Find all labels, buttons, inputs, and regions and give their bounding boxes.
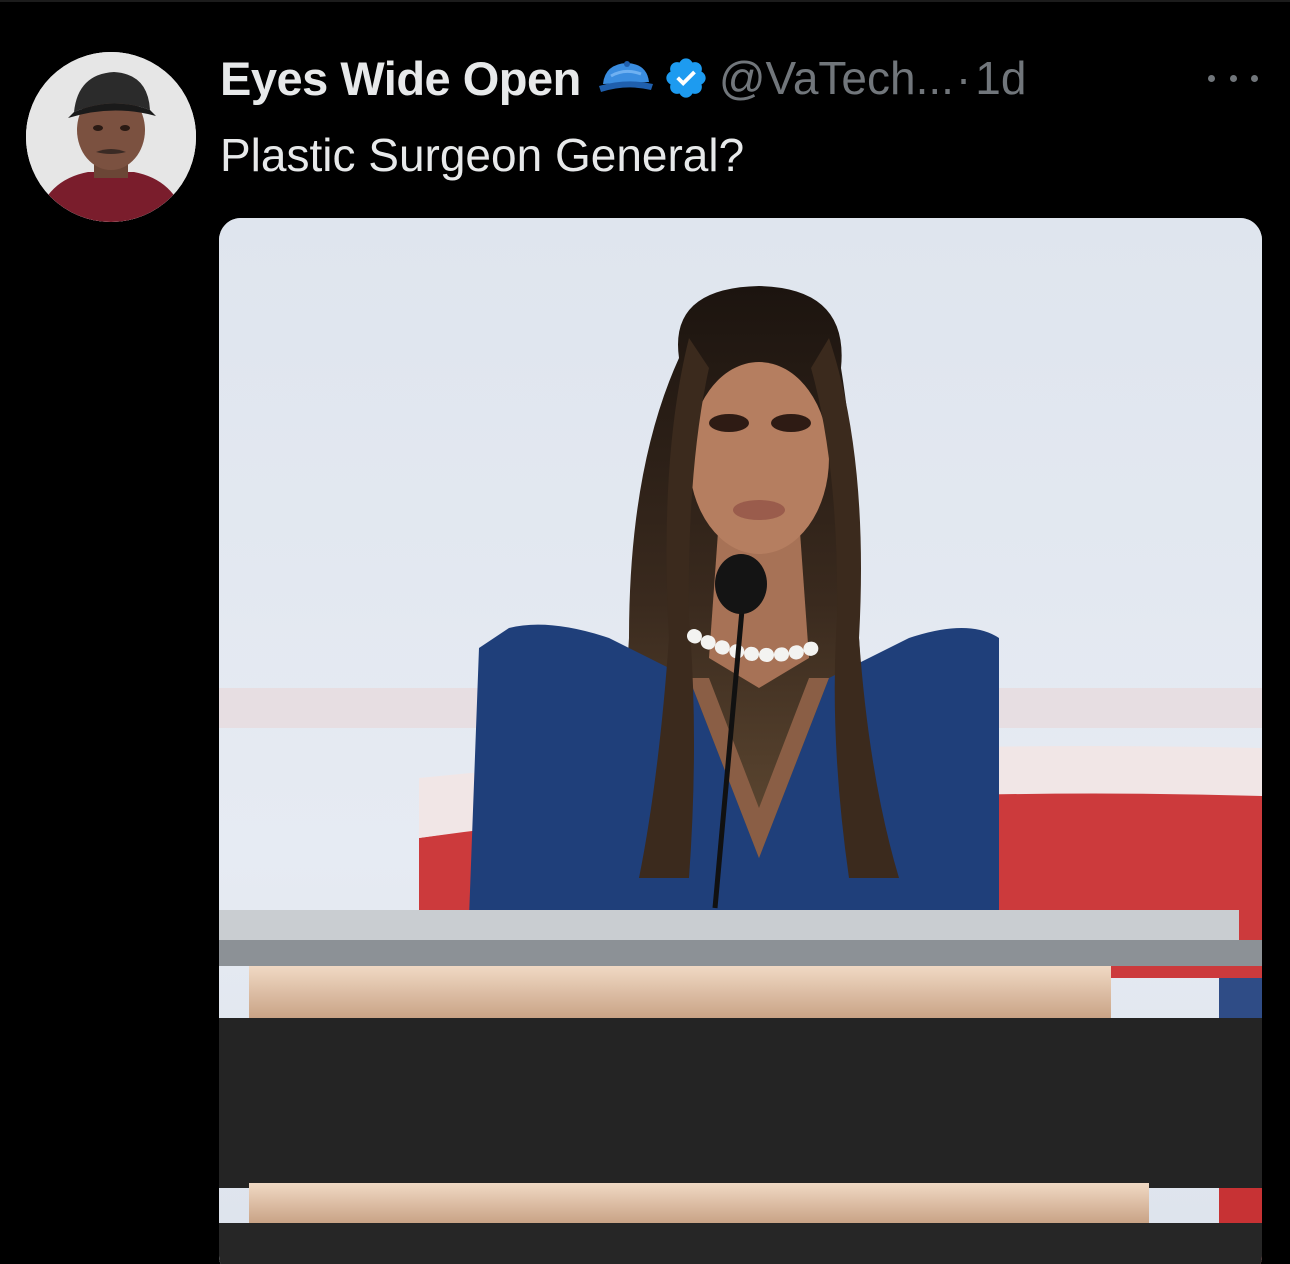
separator-dot: · xyxy=(955,52,972,104)
timestamp[interactable]: 1d xyxy=(975,51,1026,105)
more-dot xyxy=(1208,74,1215,82)
tweet[interactable]: Eyes Wide Open @VaTech... · 1d Plastic S… xyxy=(0,0,1290,1264)
tweet-header: Eyes Wide Open @VaTech... · 1d xyxy=(220,48,1026,108)
handle[interactable]: @VaTech... xyxy=(719,51,954,105)
divider xyxy=(0,0,1290,2)
display-name[interactable]: Eyes Wide Open xyxy=(220,51,581,106)
more-options-icon[interactable] xyxy=(1208,60,1258,96)
tweet-photo[interactable] xyxy=(219,218,1262,1264)
more-dot xyxy=(1251,74,1258,82)
verified-badge-icon[interactable] xyxy=(663,55,709,101)
tweet-text: Plastic Surgeon General? xyxy=(220,129,745,181)
avatar[interactable] xyxy=(26,52,196,222)
blue-cap-icon xyxy=(597,58,655,98)
more-dot xyxy=(1229,74,1237,82)
